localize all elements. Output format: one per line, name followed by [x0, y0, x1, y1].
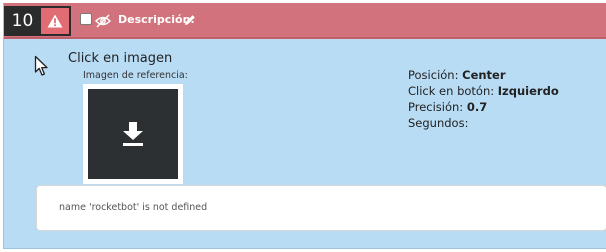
error-message-box: name 'rocketbot' is not defined — [36, 185, 606, 231]
click-parameters: Posición: Center Click en botón: Izquier… — [408, 67, 559, 131]
param-precision-value: 0.7 — [466, 100, 488, 114]
alert-badge[interactable] — [41, 6, 71, 36]
pencil-icon[interactable] — [184, 14, 196, 26]
download-icon — [123, 122, 143, 146]
reference-image-frame[interactable] — [83, 84, 183, 184]
reference-image-label: Imagen de referencia: — [83, 70, 188, 81]
param-position-value: Center — [462, 68, 506, 82]
param-position: Posición: Center — [408, 67, 559, 83]
action-title: Click en imagen — [68, 51, 173, 66]
eye-slash-icon[interactable] — [95, 14, 111, 28]
error-message: name 'rocketbot' is not defined — [59, 202, 208, 213]
param-button-value: Izquierdo — [497, 84, 559, 98]
param-precision-label: Precisión: — [408, 100, 464, 114]
param-position-label: Posición: — [408, 68, 459, 82]
param-precision: Precisión: 0.7 — [408, 99, 559, 115]
reference-image — [88, 89, 178, 179]
mouse-pointer-icon — [34, 55, 48, 76]
step-enable-checkbox[interactable] — [80, 13, 92, 25]
param-seconds: Segundos: — [408, 115, 559, 131]
step-number: 10 — [4, 6, 41, 36]
step-card: 10 Descripción: Click en imagen Imagen d… — [3, 3, 606, 249]
step-header: 10 Descripción: — [4, 3, 606, 39]
param-button-label: Click en botón: — [408, 84, 495, 98]
param-button: Click en botón: Izquierdo — [408, 83, 559, 99]
warning-triangle-icon — [47, 14, 63, 28]
param-seconds-label: Segundos: — [408, 116, 469, 130]
